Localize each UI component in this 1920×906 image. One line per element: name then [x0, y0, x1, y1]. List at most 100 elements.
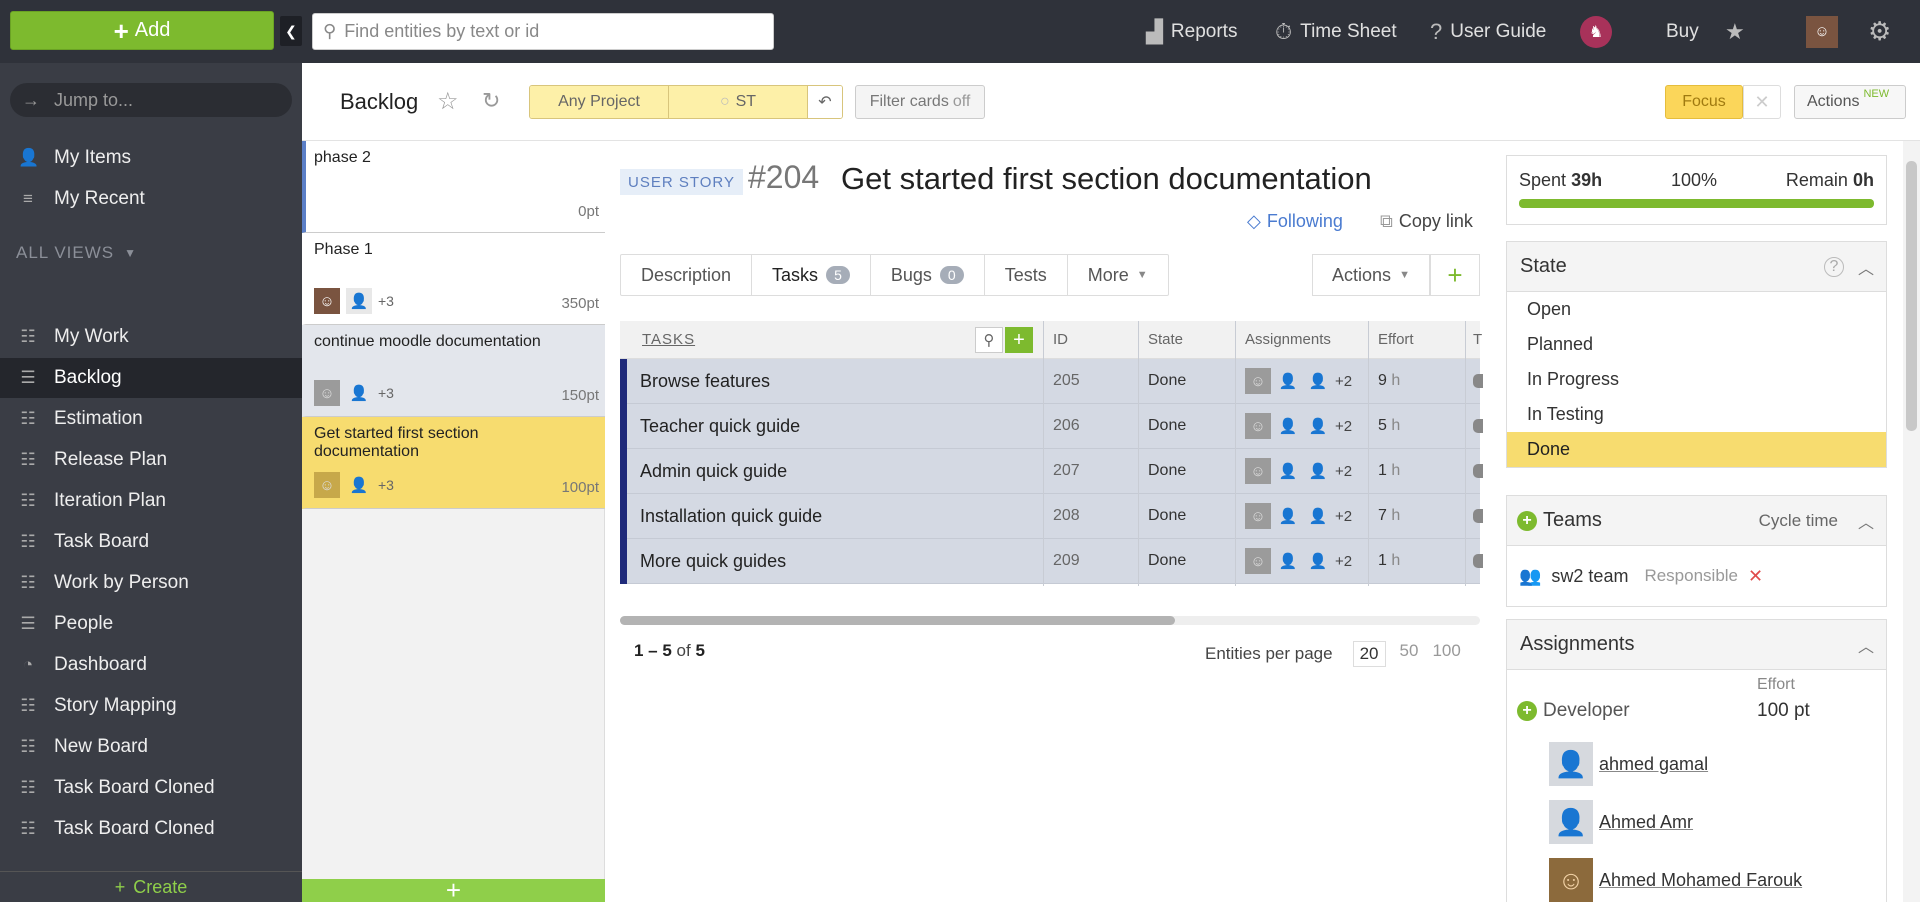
assignee-name[interactable]: Ahmed Amr	[1599, 812, 1693, 833]
sidebar-item-view[interactable]: ☷ Iteration Plan	[0, 481, 302, 521]
filter-cards-button[interactable]: Filter cards off	[855, 85, 985, 119]
tab-bugs[interactable]: Bugs 0	[871, 255, 985, 295]
col-t[interactable]: T	[1473, 331, 1482, 348]
table-row[interactable]: Browse features 205 Done ☺ 👤 👤 +2 9 h	[620, 359, 1483, 404]
plus-icon[interactable]: +	[1005, 327, 1033, 353]
table-row[interactable]: Admin quick guide 207 Done ☺ 👤 👤 +2 1 h	[620, 449, 1483, 494]
role-effort[interactable]: 100 pt	[1757, 700, 1810, 722]
assignee-name[interactable]: Ahmed Mohamed Farouk	[1599, 870, 1802, 891]
chevron-up-icon[interactable]: ︿	[1858, 255, 1874, 279]
sidebar-item-view[interactable]: ☷ Task Board	[0, 522, 302, 562]
state-option[interactable]: In Progress	[1507, 362, 1886, 397]
sidebar-item-view[interactable]: ☷ Story Mapping	[0, 686, 302, 726]
horizontal-scrollbar[interactable]	[620, 616, 1480, 625]
state-header[interactable]: State? ︿	[1507, 242, 1886, 292]
per-page-option[interactable]: 50	[1400, 641, 1419, 667]
task-effort[interactable]: 1 h	[1378, 552, 1400, 570]
refresh-icon[interactable]: ↻	[482, 88, 500, 114]
sidebar-item-view[interactable]: ☷ New Board	[0, 727, 302, 767]
sidebar-item-view[interactable]: ☰ Backlog	[0, 358, 302, 398]
chevron-up-icon[interactable]: ︿	[1858, 633, 1874, 657]
task-name[interactable]: Installation quick guide	[640, 506, 822, 527]
actions-button[interactable]: Actions NEW	[1794, 85, 1906, 119]
task-state[interactable]: Done	[1148, 417, 1186, 435]
search-box[interactable]: ⚲	[312, 13, 774, 50]
task-assignments[interactable]: ☺ 👤 👤 +2	[1245, 458, 1352, 484]
sidebar-item-view[interactable]: ☷ Task Board Cloned	[0, 768, 302, 808]
plugin-button[interactable]: ♞	[1580, 0, 1612, 63]
tab-tasks[interactable]: Tasks 5	[752, 255, 871, 295]
user-avatar-button[interactable]: ☺	[1806, 0, 1838, 63]
sidebar-item-view[interactable]: ☷ Release Plan	[0, 440, 302, 480]
state-option[interactable]: Done	[1507, 432, 1886, 467]
add-button[interactable]: + Add	[10, 11, 274, 50]
sidebar-item-view[interactable]: ◔ Dashboard	[0, 645, 302, 685]
user-guide-link[interactable]: ? User Guide	[1430, 0, 1546, 63]
sidebar-item-view[interactable]: ☷ Work by Person	[0, 563, 302, 603]
scroll-thumb[interactable]	[1906, 161, 1917, 431]
feedback-button[interactable]: ★	[1725, 0, 1745, 63]
assignee-name[interactable]: ahmed gamal	[1599, 754, 1708, 775]
sidebar-item-view[interactable]: ☷ Task Board Cloned	[0, 809, 302, 849]
task-name[interactable]: Admin quick guide	[640, 461, 787, 482]
state-option[interactable]: Planned	[1507, 327, 1886, 362]
sidebar-item-my-recent[interactable]: ≡ My Recent	[0, 179, 302, 219]
col-tasks[interactable]: TASKS	[642, 331, 695, 348]
tab-tests[interactable]: Tests	[985, 255, 1068, 295]
chevron-up-icon[interactable]: ︿	[1858, 509, 1874, 533]
close-icon[interactable]: ✕	[1743, 85, 1781, 119]
search-input[interactable]	[344, 21, 745, 42]
teams-header[interactable]: + Teams Cycle time ︿	[1507, 496, 1886, 546]
sidebar-item-view[interactable]: ☷ My Work	[0, 317, 302, 357]
help-icon[interactable]: ?	[1824, 256, 1844, 277]
buy-link[interactable]: Buy	[1666, 0, 1699, 63]
drag-handle[interactable]	[620, 404, 627, 449]
vertical-scrollbar[interactable]	[1903, 141, 1920, 902]
add-card-button[interactable]: +	[302, 875, 605, 905]
table-row[interactable]: More quick guides 209 Done ☺ 👤 👤 +2 1 h	[620, 539, 1483, 584]
star-icon[interactable]: ☆	[437, 87, 459, 116]
task-assignments[interactable]: ☺ 👤 👤 +2	[1245, 548, 1352, 574]
task-effort[interactable]: 1 h	[1378, 462, 1400, 480]
table-row[interactable]: Teacher quick guide 206 Done ☺ 👤 👤 +2 5 h	[620, 404, 1483, 449]
add-person-icon[interactable]: +	[1517, 701, 1537, 721]
focus-button[interactable]: Focus	[1665, 85, 1743, 119]
copy-link-button[interactable]: ⧉ Copy link	[1380, 211, 1473, 232]
task-assignments[interactable]: ☺ 👤 👤 +2	[1245, 368, 1352, 394]
assignee[interactable]: 👤 ahmed gamal	[1549, 742, 1708, 786]
team-name[interactable]: sw2 team	[1551, 566, 1628, 587]
search-icon[interactable]: ⚲	[975, 327, 1003, 353]
drag-handle[interactable]	[620, 539, 627, 584]
context-filter[interactable]: Any Project ○ ST ↶	[529, 85, 843, 119]
jump-to-input[interactable]: → Jump to...	[10, 83, 292, 117]
entity-title[interactable]: Get started first section documentation	[841, 161, 1372, 197]
project-filter[interactable]: Any Project	[530, 86, 669, 118]
task-assignments[interactable]: ☺ 👤 👤 +2	[1245, 413, 1352, 439]
drag-handle[interactable]	[620, 494, 627, 539]
drag-handle[interactable]	[620, 449, 627, 494]
col-id[interactable]: ID	[1053, 331, 1068, 348]
sidebar-item-my-items[interactable]: 👤 My Items	[0, 138, 302, 178]
remove-icon[interactable]: ✕	[1748, 566, 1763, 587]
col-effort[interactable]: Effort	[1378, 331, 1414, 348]
scroll-thumb[interactable]	[620, 616, 1175, 625]
sidebar-item-view[interactable]: ☷ Estimation	[0, 399, 302, 439]
task-name[interactable]: Teacher quick guide	[640, 416, 800, 437]
all-views-header[interactable]: ALL VIEWS ▼	[16, 243, 137, 263]
assignee[interactable]: ☺ Ahmed Mohamed Farouk	[1549, 858, 1802, 902]
col-assignments[interactable]: Assignments	[1245, 331, 1331, 348]
assignee[interactable]: 👤 Ahmed Amr	[1549, 800, 1693, 844]
add-team-icon[interactable]: +	[1517, 510, 1537, 531]
card-item[interactable]: phase 2 0pt	[302, 141, 605, 233]
task-name[interactable]: More quick guides	[640, 551, 786, 572]
table-row[interactable]: Installation quick guide 208 Done ☺ 👤 👤 +2 7 h	[620, 494, 1483, 539]
col-state[interactable]: State	[1148, 331, 1183, 348]
settings-button[interactable]: ⚙	[1868, 0, 1891, 63]
task-name[interactable]: Browse features	[640, 371, 770, 392]
add-task-button[interactable]: +	[1430, 254, 1480, 296]
task-effort[interactable]: 7 h	[1378, 507, 1400, 525]
timesheet-link[interactable]: ⏱ Time Sheet	[1275, 0, 1397, 63]
task-effort[interactable]: 5 h	[1378, 417, 1400, 435]
task-state[interactable]: Done	[1148, 462, 1186, 480]
drag-handle[interactable]	[620, 359, 627, 404]
